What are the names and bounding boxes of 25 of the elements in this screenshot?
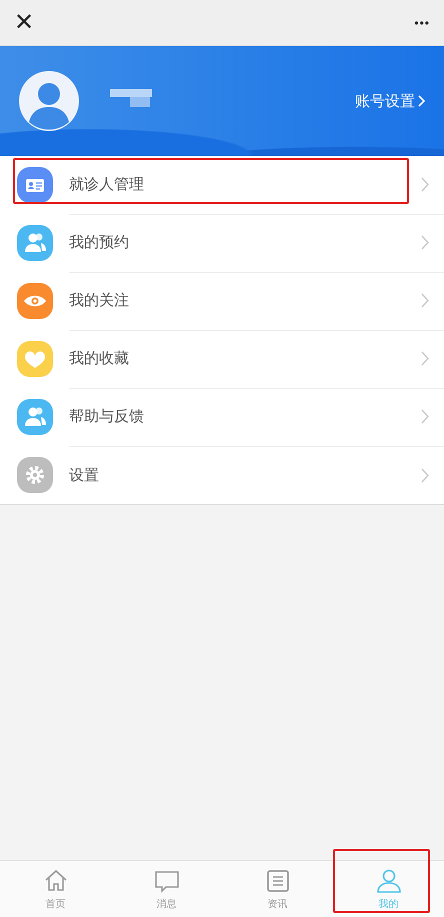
avatar-icon[interactable] xyxy=(18,70,80,132)
menu-item[interactable]: 就诊人管理 xyxy=(0,156,444,214)
chevron-icon xyxy=(421,235,430,250)
menu-label: 就诊人管理 xyxy=(69,175,145,194)
menu-item[interactable]: 设置 xyxy=(0,446,444,504)
chevron-icon xyxy=(421,468,430,482)
account-settings-link[interactable]: 账号设置 xyxy=(355,92,426,110)
menu-label: 我的收藏 xyxy=(69,349,130,368)
chevron-icon xyxy=(421,293,430,308)
menu-item[interactable]: 我的收藏 xyxy=(0,330,444,388)
person-icon xyxy=(374,867,402,895)
menu-label: 我的预约 xyxy=(69,233,130,252)
more-button[interactable]: ••• xyxy=(414,16,430,30)
menu-label: 我的关注 xyxy=(69,291,130,310)
menu-item[interactable]: 帮助与反馈 xyxy=(0,388,444,446)
menu-label: 设置 xyxy=(69,466,100,484)
close-button[interactable]: ✕ xyxy=(14,10,34,34)
menu-item[interactable]: 我的关注 xyxy=(0,272,444,330)
blurred-name xyxy=(110,87,152,107)
chevron-icon xyxy=(421,409,430,424)
chevron-icon xyxy=(421,177,430,192)
chevron-icon xyxy=(418,95,426,107)
menu-label: 帮助与反馈 xyxy=(69,407,145,426)
menu-item[interactable]: 我的预约 xyxy=(0,214,444,272)
chevron-icon xyxy=(421,351,430,366)
